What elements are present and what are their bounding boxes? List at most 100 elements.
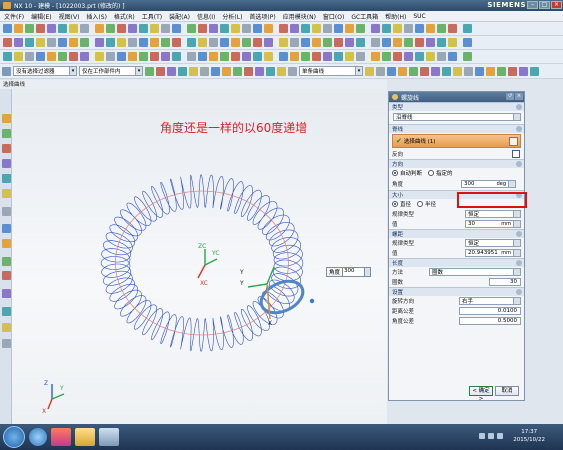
- toolbar-tool-icon[interactable]: [161, 24, 170, 33]
- toolbar-tool-icon[interactable]: [80, 52, 89, 61]
- snap-point-icon[interactable]: [519, 66, 528, 76]
- snap-point-icon[interactable]: [453, 66, 462, 76]
- toolbar-tool-icon[interactable]: [242, 38, 251, 47]
- angle-tolerance-input[interactable]: 0.5000: [459, 317, 521, 325]
- toolbar-tool-icon[interactable]: [415, 24, 424, 33]
- resource-tab-icon[interactable]: [2, 224, 11, 233]
- toolbar-tool-icon[interactable]: [356, 38, 365, 47]
- snap-icon[interactable]: [167, 66, 176, 76]
- toolbar-tool-icon[interactable]: [150, 24, 159, 33]
- toolbar-tool-icon[interactable]: [106, 52, 115, 61]
- toolbar-tool-icon[interactable]: [279, 52, 288, 61]
- auto-infer-radio[interactable]: [392, 170, 398, 176]
- section-pitch[interactable]: 螺距: [389, 229, 524, 238]
- toolbar-tool-icon[interactable]: [69, 24, 78, 33]
- toolbar-tool-icon[interactable]: [264, 24, 273, 33]
- minimize-button[interactable]: –: [527, 1, 538, 9]
- toolbar-tool-icon[interactable]: [371, 38, 380, 47]
- snap-icon[interactable]: [178, 66, 187, 76]
- snap-icon[interactable]: [288, 66, 297, 76]
- clock[interactable]: 17:37 2015/10/22: [513, 428, 545, 444]
- spine-curve[interactable]: [115, 190, 289, 336]
- browser-icon[interactable]: [29, 428, 47, 446]
- resource-tab-icon[interactable]: [2, 174, 11, 183]
- toolbar-tool-icon[interactable]: [3, 24, 12, 33]
- turns-input[interactable]: 30: [489, 278, 521, 286]
- section-direction[interactable]: 方向: [389, 159, 524, 168]
- resource-tab-icon[interactable]: [2, 339, 11, 348]
- specified-radio[interactable]: [428, 170, 435, 176]
- snap-icon[interactable]: [200, 66, 209, 76]
- length-method-select[interactable]: 圈数: [429, 268, 521, 276]
- toolbar-tool-icon[interactable]: [128, 52, 137, 61]
- toolbar-tool-icon[interactable]: [393, 24, 402, 33]
- toolbar-tool-icon[interactable]: [139, 52, 148, 61]
- toolbar-tool-icon[interactable]: [242, 52, 251, 61]
- toolbar-tool-icon[interactable]: [198, 24, 207, 33]
- snap-icon[interactable]: [244, 66, 253, 76]
- toolbar-tool-icon[interactable]: [393, 38, 402, 47]
- snap-point-icon[interactable]: [398, 66, 407, 76]
- snap-icon[interactable]: [255, 66, 264, 76]
- toolbar-tool-icon[interactable]: [25, 38, 34, 47]
- toolbar-tool-icon[interactable]: [95, 52, 104, 61]
- toolbar-tool-icon[interactable]: [231, 52, 240, 61]
- toolbar-tool-icon[interactable]: [150, 38, 159, 47]
- toolbar-tool-icon[interactable]: [279, 38, 288, 47]
- menu-help[interactable]: 帮助(H): [385, 12, 406, 21]
- toolbar-tool-icon[interactable]: [242, 24, 251, 33]
- angle-input[interactable]: 300 deg: [461, 180, 516, 188]
- tray-icon[interactable]: [479, 433, 485, 439]
- toolbar-tool-icon[interactable]: [290, 52, 299, 61]
- snap-point-icon[interactable]: [376, 66, 385, 76]
- snap-point-icon[interactable]: [486, 66, 495, 76]
- menu-analysis[interactable]: 分析(L): [222, 12, 242, 21]
- menu-window[interactable]: 窗口(O): [323, 12, 344, 21]
- toolbar-tool-icon[interactable]: [415, 52, 424, 61]
- snap-icon[interactable]: [156, 66, 165, 76]
- toolbar-tool-icon[interactable]: [345, 52, 354, 61]
- toolbar-tool-icon[interactable]: [128, 24, 137, 33]
- toolbar-tool-icon[interactable]: [463, 52, 472, 61]
- snap-point-icon[interactable]: [530, 66, 539, 76]
- toolbar-tool-icon[interactable]: [404, 38, 413, 47]
- toolbar-tool-icon[interactable]: [437, 52, 446, 61]
- curve-select-icon[interactable]: [509, 137, 518, 146]
- toolbar-tool-icon[interactable]: [448, 52, 457, 61]
- resource-tab-icon[interactable]: [2, 307, 11, 316]
- toolbar-tool-icon[interactable]: [426, 24, 435, 33]
- maximize-button[interactable]: □: [539, 1, 550, 9]
- toolbar-tool-icon[interactable]: [323, 52, 332, 61]
- toolbar-tool-icon[interactable]: [323, 24, 332, 33]
- menu-icon[interactable]: [2, 66, 11, 76]
- menu-file[interactable]: 文件(F): [4, 12, 24, 21]
- toolbar-tool-icon[interactable]: [301, 24, 310, 33]
- toolbar-tool-icon[interactable]: [334, 38, 343, 47]
- toolbar-tool-icon[interactable]: [220, 52, 229, 61]
- angle-on-screen-input[interactable]: 角度 300: [326, 267, 372, 277]
- tray-icon[interactable]: [497, 433, 503, 439]
- diameter-radio[interactable]: [392, 201, 398, 207]
- toolbar-tool-icon[interactable]: [187, 52, 196, 61]
- toolbar-tool-icon[interactable]: [371, 24, 380, 33]
- resource-tab-icon[interactable]: [2, 257, 11, 266]
- cancel-button[interactable]: 取消: [495, 386, 519, 396]
- toolbar-tool-icon[interactable]: [404, 52, 413, 61]
- toolbar-tool-icon[interactable]: [58, 24, 67, 33]
- toolbar-tool-icon[interactable]: [345, 38, 354, 47]
- toolbar-tool-icon[interactable]: [172, 38, 181, 47]
- menu-application[interactable]: 应用模块(N): [283, 12, 316, 21]
- snap-point-icon[interactable]: [508, 66, 517, 76]
- pitch-value-input[interactable]: 20.943951 mm: [465, 249, 521, 257]
- toolbar-tool-icon[interactable]: [25, 24, 34, 33]
- snap-icon[interactable]: [233, 66, 242, 76]
- snap-icon[interactable]: [211, 66, 220, 76]
- resource-tab-icon[interactable]: [2, 323, 11, 332]
- section-spine[interactable]: 脊线: [389, 124, 524, 133]
- reverse-direction-button[interactable]: [512, 150, 520, 158]
- toolbar-tool-icon[interactable]: [58, 52, 67, 61]
- toolbar-tool-icon[interactable]: [47, 24, 56, 33]
- toolbar-tool-icon[interactable]: [106, 24, 115, 33]
- toolbar-tool-icon[interactable]: [80, 24, 89, 33]
- snap-point-icon[interactable]: [464, 66, 473, 76]
